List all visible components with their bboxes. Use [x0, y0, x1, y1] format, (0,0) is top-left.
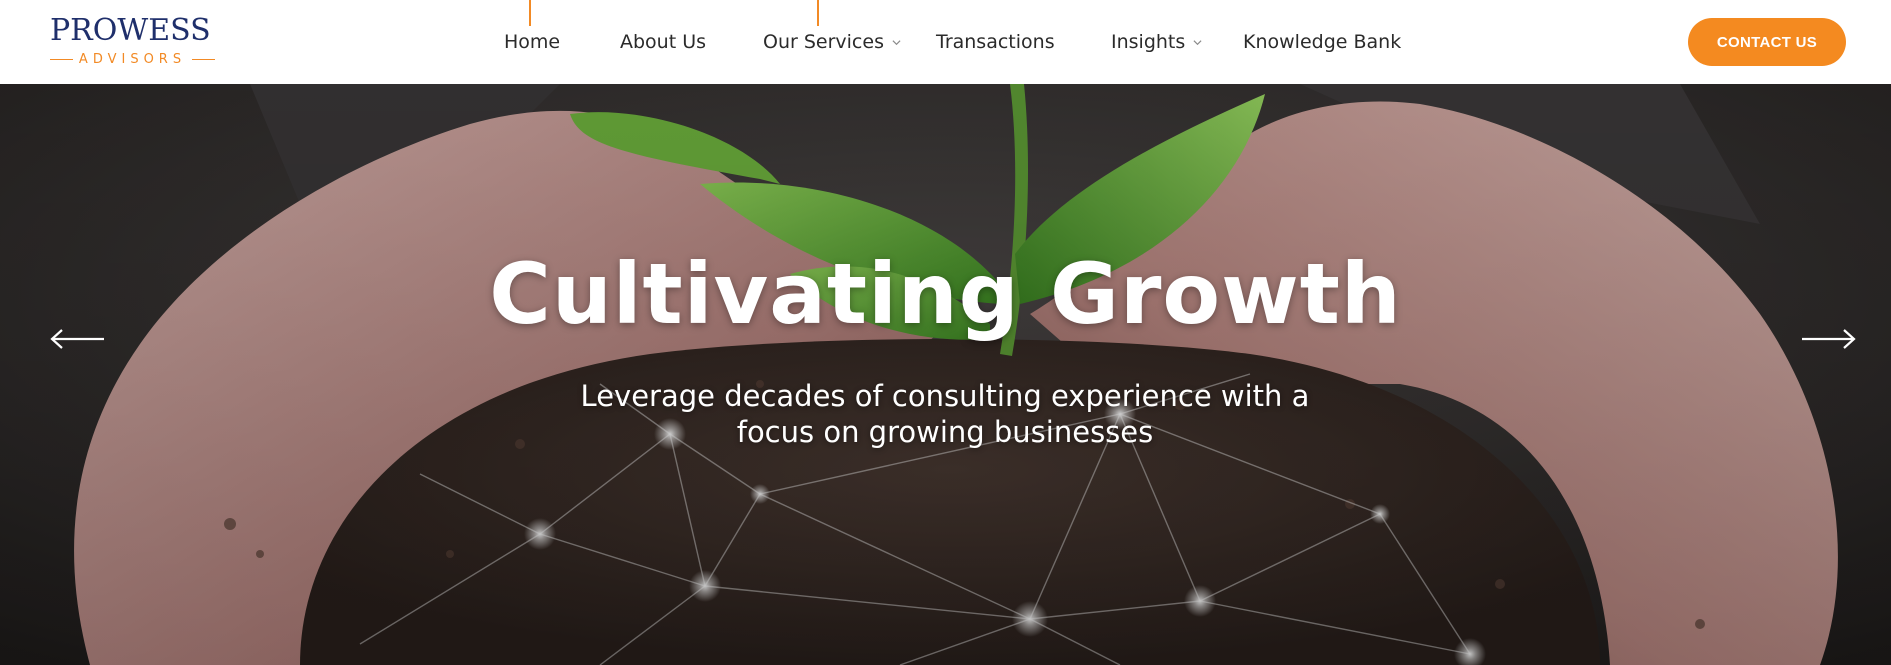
prowess-logo[interactable]: PROWESS ADVISORS [50, 14, 220, 70]
chevron-down-icon [1193, 39, 1202, 45]
nav-item-label: Insights [1111, 31, 1186, 53]
arrow-right-icon[interactable] [1800, 328, 1856, 350]
nav-item-insights[interactable]: Insights [1111, 30, 1202, 54]
nav-active-marker-home [529, 0, 531, 26]
logo-title: PROWESS [50, 13, 211, 48]
nav-item-home[interactable]: Home [504, 30, 560, 54]
hero-slider: Cultivating Growth Leverage decades of c… [0, 84, 1891, 665]
chevron-down-icon [892, 39, 901, 45]
nav-item-label: Home [504, 31, 561, 53]
logo-rule-left [50, 58, 73, 60]
nav-item-label: Knowledge Bank [1243, 31, 1402, 53]
nav-active-marker-services [817, 0, 819, 26]
arrow-left-icon[interactable] [50, 328, 106, 350]
nav-item-knowledge-bank[interactable]: Knowledge Bank [1243, 30, 1401, 54]
nav-item-label: Our Services [763, 31, 884, 53]
nav-item-our-services[interactable]: Our Services [763, 30, 901, 54]
hero-background-image [0, 84, 1891, 665]
logo-subtitle-row: ADVISORS [50, 50, 216, 68]
nav-item-about-us[interactable]: About Us [620, 30, 706, 54]
logo-rule-right [192, 58, 216, 60]
nav-item-label: About Us [620, 31, 707, 53]
site-header: PROWESS ADVISORS Home About Us Our Servi… [0, 0, 1891, 84]
contact-us-button[interactable]: CONTACT US [1688, 18, 1846, 66]
nav-item-label: Transactions [936, 31, 1055, 53]
logo-subtitle: ADVISORS [78, 51, 187, 67]
nav-item-transactions[interactable]: Transactions [936, 30, 1055, 54]
hero-title: Cultivating Growth [489, 245, 1402, 343]
hero-subtitle: Leverage decades of consulting experienc… [580, 379, 1310, 449]
